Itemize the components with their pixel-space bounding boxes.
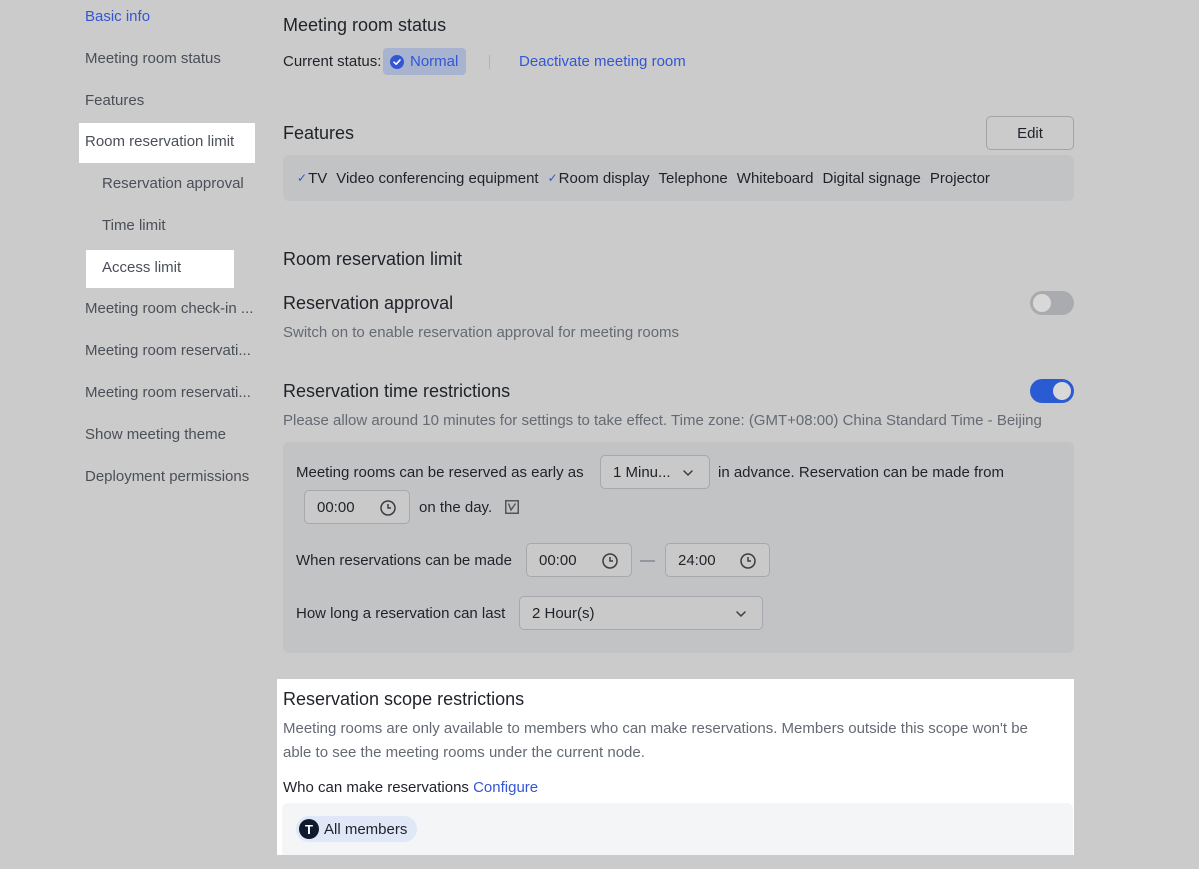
window-start-value: 00:00 xyxy=(539,551,577,569)
scope-description-line1: Meeting rooms are only available to memb… xyxy=(283,720,1028,737)
approval-title: Reservation approval xyxy=(283,293,454,313)
scope-restrictions-card: Reservation scope restrictions Meeting r… xyxy=(277,679,1074,855)
feature-label: Room display xyxy=(558,169,650,187)
clock-icon xyxy=(739,552,757,570)
window-start-picker[interactable]: 00:00 xyxy=(526,543,632,577)
chevron-down-icon xyxy=(679,464,697,482)
sidebar-item-deployment-permissions[interactable]: Deployment permissions xyxy=(85,467,249,487)
feature-label: Projector xyxy=(929,169,990,187)
approval-description: Switch on to enable reservation approval… xyxy=(283,324,680,341)
features-section-title: Features xyxy=(283,123,355,143)
member-chip-label: All members xyxy=(324,820,408,838)
feature-item: ✓ Room display xyxy=(548,170,650,187)
advance-prefix-text: Meeting rooms can be reserved as early a… xyxy=(296,464,584,481)
clock-icon xyxy=(379,499,397,517)
who-can-reserve-label: Who can make reservations xyxy=(283,779,469,796)
feature-item: Whiteboard xyxy=(737,170,814,187)
status-badge: Normal xyxy=(383,48,466,75)
limit-section-title: Room reservation limit xyxy=(283,249,463,269)
scope-title: Reservation scope restrictions xyxy=(283,689,525,709)
sidebar-item-show-meeting-theme[interactable]: Show meeting theme xyxy=(85,425,226,445)
window-label: When reservations can be made xyxy=(296,552,512,569)
members-list: T All members xyxy=(282,803,1073,855)
feature-label: TV xyxy=(308,169,328,187)
toggle-knob xyxy=(1033,294,1051,312)
feature-item: ✓ TV xyxy=(297,170,327,187)
sidebar-item-reservation-2[interactable]: Meeting room reservati... xyxy=(85,383,251,403)
time-restrictions-panel: Meeting rooms can be reserved as early a… xyxy=(283,442,1074,653)
scope-description-line2: able to see the meeting rooms under the … xyxy=(283,744,645,761)
sidebar-item-access-limit[interactable]: Access limit xyxy=(102,258,181,278)
settings-page: Basic info Meeting room status Features … xyxy=(0,0,1199,869)
window-end-value: 24:00 xyxy=(678,551,716,569)
from-time-value: 00:00 xyxy=(317,498,355,516)
sidebar-item-check-in[interactable]: Meeting room check-in ... xyxy=(85,299,253,319)
on-the-day-text: on the day. xyxy=(419,499,493,516)
duration-select[interactable]: 2 Hour(s) xyxy=(519,596,763,630)
feature-label: Telephone xyxy=(658,169,728,187)
feature-label: Video conferencing equipment xyxy=(336,169,539,187)
advance-time-select[interactable]: 1 Minu... xyxy=(600,455,710,489)
check-icon: ✓ xyxy=(297,171,308,185)
sidebar-item-basic-info[interactable]: Basic info xyxy=(85,7,150,27)
sidebar-item-reservation-1[interactable]: Meeting room reservati... xyxy=(85,341,251,361)
deactivate-room-link[interactable]: Deactivate meeting room xyxy=(519,52,686,72)
chevron-down-icon xyxy=(732,605,750,623)
advance-suffix-text: in advance. Reservation can be made from xyxy=(718,464,1004,481)
status-section-title: Meeting room status xyxy=(283,15,447,35)
sidebar-item-meeting-room-status[interactable]: Meeting room status xyxy=(85,49,221,69)
feature-label: Digital signage xyxy=(822,169,921,187)
feature-item: Projector xyxy=(930,170,990,187)
feature-item: Telephone xyxy=(659,170,728,187)
sidebar-item-features[interactable]: Features xyxy=(85,91,144,111)
features-list: ✓ TV Video conferencing equipment ✓ Room d… xyxy=(283,155,1074,201)
clock-icon xyxy=(601,552,619,570)
window-end-picker[interactable]: 24:00 xyxy=(665,543,770,577)
member-chip[interactable]: T All members xyxy=(296,816,418,842)
feature-item: Video conferencing equipment xyxy=(336,170,538,187)
feature-item: Digital signage xyxy=(823,170,921,187)
avatar: T xyxy=(299,819,319,839)
check-circle-icon xyxy=(390,54,404,69)
who-can-reserve-row: Who can make reservations Configure xyxy=(283,778,538,798)
approval-toggle[interactable] xyxy=(1030,291,1074,315)
duration-value: 2 Hour(s) xyxy=(532,604,595,622)
range-dash: — xyxy=(640,552,655,569)
current-status-label: Current status: xyxy=(283,53,382,70)
toggle-knob xyxy=(1053,382,1071,400)
time-restrictions-title: Reservation time restrictions xyxy=(283,381,511,401)
sidebar-item-reservation-approval[interactable]: Reservation approval xyxy=(102,174,244,194)
check-icon: ✓ xyxy=(547,171,558,185)
divider xyxy=(489,55,490,69)
sidebar-item-room-reservation-limit[interactable]: Room reservation limit xyxy=(85,132,234,152)
configure-link[interactable]: Configure xyxy=(473,779,538,796)
edit-features-button[interactable]: Edit xyxy=(986,116,1074,150)
from-time-picker[interactable]: 00:00 xyxy=(304,490,410,524)
duration-label: How long a reservation can last xyxy=(296,605,506,622)
time-restrictions-description: Please allow around 10 minutes for setti… xyxy=(283,412,1042,429)
status-value: Normal xyxy=(410,53,459,70)
advance-time-value: 1 Minu... xyxy=(613,463,671,481)
sidebar-item-time-limit[interactable]: Time limit xyxy=(102,216,166,236)
verified-icon xyxy=(505,500,519,519)
feature-label: Whiteboard xyxy=(736,169,814,187)
time-restrictions-toggle[interactable] xyxy=(1030,379,1074,403)
